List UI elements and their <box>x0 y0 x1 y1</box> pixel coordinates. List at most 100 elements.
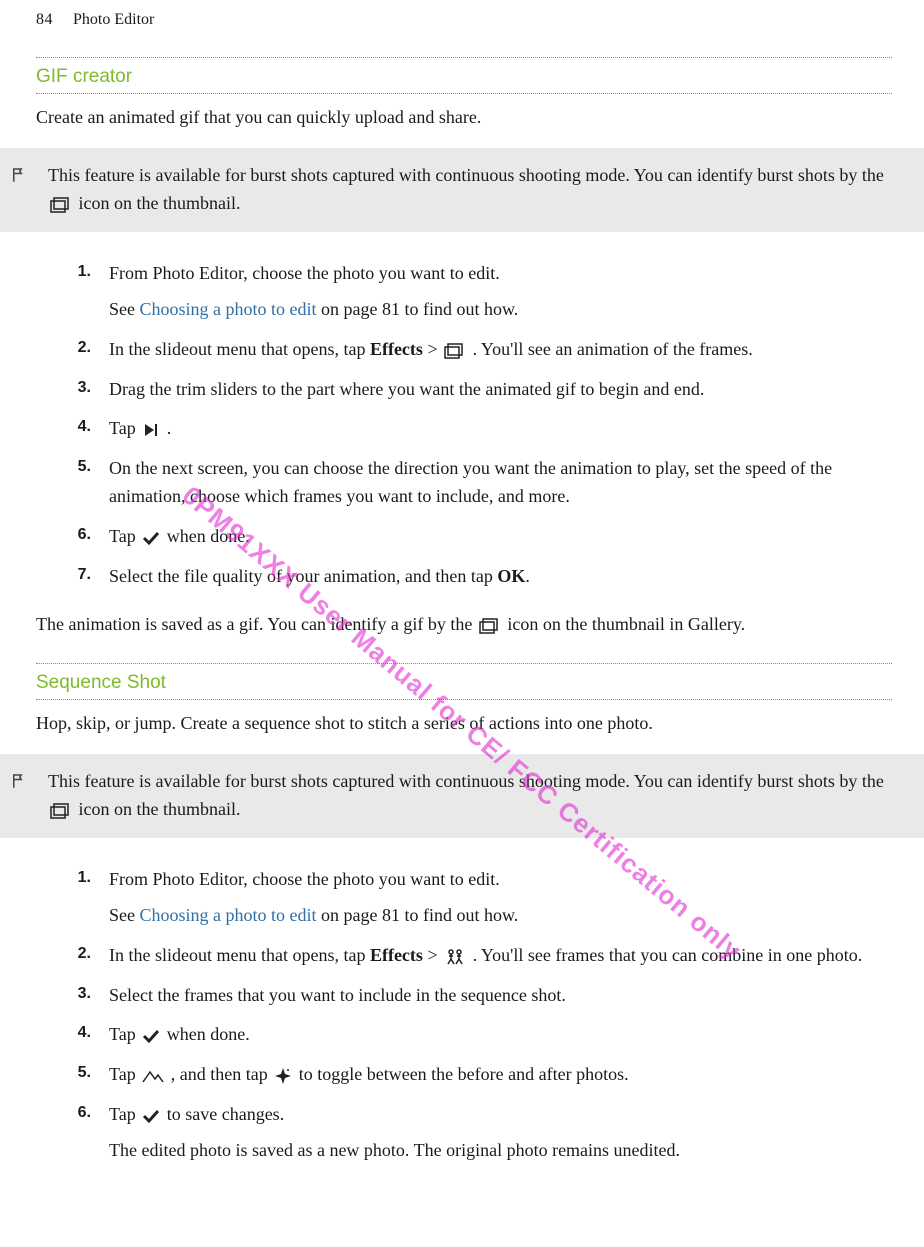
seq-step6-post: to save changes. <box>162 1104 284 1124</box>
seq-note-text: This feature is available for burst shot… <box>48 768 906 824</box>
list-item: 4. Tap . <box>36 409 892 449</box>
step-number: 1. <box>36 866 91 930</box>
seq-step6-note: The edited photo is saved as a new photo… <box>109 1137 892 1165</box>
step-number: 5. <box>36 1061 91 1089</box>
ok-label: OK <box>497 566 525 586</box>
seq-step4-pre: Tap <box>109 1024 140 1044</box>
gif-step1b-post: on page 81 to find out how. <box>317 299 519 319</box>
gif-step6-text: Tap when done. <box>109 523 892 551</box>
step-number: 5. <box>36 455 91 511</box>
sequence-figure-icon <box>444 947 466 967</box>
burst-stack-icon <box>50 803 72 819</box>
list-item: 6. Tap to save changes. The edited photo… <box>36 1095 892 1171</box>
seq-step4-text: Tap when done. <box>109 1021 892 1049</box>
play-next-icon <box>142 421 160 439</box>
gif-section-head: GIF creator <box>36 57 892 94</box>
seq-step3-text: Select the frames that you want to inclu… <box>109 982 892 1010</box>
list-item: 2. In the slideout menu that opens, tap … <box>36 936 892 976</box>
seq-step5-text: Tap , and then tap to toggle between the… <box>109 1061 892 1089</box>
list-item: 3. Select the frames that you want to in… <box>36 976 892 1016</box>
seq-step1-subtext: See Choosing a photo to edit on page 81 … <box>109 902 892 930</box>
seq-note-pre: This feature is available for burst shot… <box>48 771 884 791</box>
step-number: 7. <box>36 563 91 591</box>
seq-step4-post: when done. <box>162 1024 249 1044</box>
gif-step4-post: . <box>162 418 171 438</box>
gif-note-post: icon on the thumbnail. <box>79 193 241 213</box>
seq-step2-text: In the slideout menu that opens, tap Eff… <box>109 942 892 970</box>
gif-step6-post: when done. <box>162 526 249 546</box>
seq-step5-mid: , and then tap <box>166 1064 272 1084</box>
gif-closing-post: icon on the thumbnail in Gallery. <box>503 614 745 634</box>
step-number: 4. <box>36 415 91 443</box>
gif-step2-post: . You'll see an animation of the frames. <box>468 339 753 359</box>
burst-stack-icon <box>50 197 72 213</box>
flag-icon <box>10 772 34 790</box>
gif-intro: Create an animated gif that you can quic… <box>36 104 892 132</box>
step-number: 2. <box>36 942 91 970</box>
list-item: 1. From Photo Editor, choose the photo y… <box>36 254 892 330</box>
step-number: 3. <box>36 982 91 1010</box>
seq-step2-mid: > <box>423 945 442 965</box>
seq-heading: Sequence Shot <box>36 668 892 697</box>
seq-note-post: icon on the thumbnail. <box>79 799 241 819</box>
gif-step7-pre: Select the file quality of your animatio… <box>109 566 497 586</box>
seq-step5-post: to toggle between the before and after p… <box>294 1064 628 1084</box>
seq-step6-pre: Tap <box>109 1104 140 1124</box>
gif-note-pre: This feature is available for burst shot… <box>48 165 884 185</box>
gif-step4-pre: Tap <box>109 418 140 438</box>
effects-label: Effects <box>370 339 423 359</box>
gif-note-text: This feature is available for burst shot… <box>48 162 906 218</box>
seq-step1b-pre: See <box>109 905 140 925</box>
gif-step4-text: Tap . <box>109 415 892 443</box>
page-title: Photo Editor <box>73 8 154 33</box>
gif-step7-text: Select the file quality of your animatio… <box>109 563 892 591</box>
list-item: 5. Tap , and then tap to toggle between … <box>36 1055 892 1095</box>
list-item: 5. On the next screen, you can choose th… <box>36 449 892 517</box>
seq-step2-post: . You'll see frames that you can combine… <box>468 945 862 965</box>
gif-step1-text: From Photo Editor, choose the photo you … <box>109 260 892 288</box>
check-icon <box>142 529 160 547</box>
gif-note: This feature is available for burst shot… <box>0 148 924 232</box>
gif-steps: 1. From Photo Editor, choose the photo y… <box>36 254 892 597</box>
gif-step5-text: On the next screen, you can choose the d… <box>109 455 892 511</box>
gif-step2-mid: > <box>423 339 442 359</box>
list-item: 3. Drag the trim sliders to the part whe… <box>36 370 892 410</box>
seq-step1-text: From Photo Editor, choose the photo you … <box>109 866 892 894</box>
gif-step6-pre: Tap <box>109 526 140 546</box>
page-number: 84 <box>36 8 53 33</box>
list-item: 1. From Photo Editor, choose the photo y… <box>36 860 892 936</box>
seq-step5-pre: Tap <box>109 1064 140 1084</box>
flag-icon <box>10 166 34 184</box>
seq-section-head: Sequence Shot <box>36 663 892 700</box>
choosing-photo-link[interactable]: Choosing a photo to edit <box>140 905 317 925</box>
step-number: 2. <box>36 336 91 364</box>
step-number: 6. <box>36 523 91 551</box>
seq-steps: 1. From Photo Editor, choose the photo y… <box>36 860 892 1171</box>
burst-stack-icon <box>479 618 501 634</box>
choosing-photo-link[interactable]: Choosing a photo to edit <box>140 299 317 319</box>
list-item: 6. Tap when done. <box>36 517 892 557</box>
gif-closing: The animation is saved as a gif. You can… <box>36 611 892 639</box>
page-header: 84 Photo Editor <box>0 0 924 33</box>
seq-intro: Hop, skip, or jump. Create a sequence sh… <box>36 710 892 738</box>
list-item: 2. In the slideout menu that opens, tap … <box>36 330 892 370</box>
check-icon <box>142 1107 160 1125</box>
gif-step1b-pre: See <box>109 299 140 319</box>
step-number: 4. <box>36 1021 91 1049</box>
gif-heading: GIF creator <box>36 62 892 91</box>
seq-step6-text: Tap to save changes. <box>109 1101 892 1129</box>
seq-step1b-post: on page 81 to find out how. <box>317 905 519 925</box>
gif-step1-subtext: See Choosing a photo to edit on page 81 … <box>109 296 892 324</box>
list-item: 4. Tap when done. <box>36 1015 892 1055</box>
gif-step3-text: Drag the trim sliders to the part where … <box>109 376 892 404</box>
burst-stack-icon <box>444 343 466 359</box>
seq-step2-pre: In the slideout menu that opens, tap <box>109 945 370 965</box>
gif-step2-pre: In the slideout menu that opens, tap <box>109 339 370 359</box>
sparkle-icon <box>274 1067 292 1085</box>
mountain-icon <box>142 1068 164 1084</box>
effects-label: Effects <box>370 945 423 965</box>
gif-step7-post: . <box>525 566 530 586</box>
check-icon <box>142 1027 160 1045</box>
gif-closing-pre: The animation is saved as a gif. You can… <box>36 614 477 634</box>
seq-note: This feature is available for burst shot… <box>0 754 924 838</box>
